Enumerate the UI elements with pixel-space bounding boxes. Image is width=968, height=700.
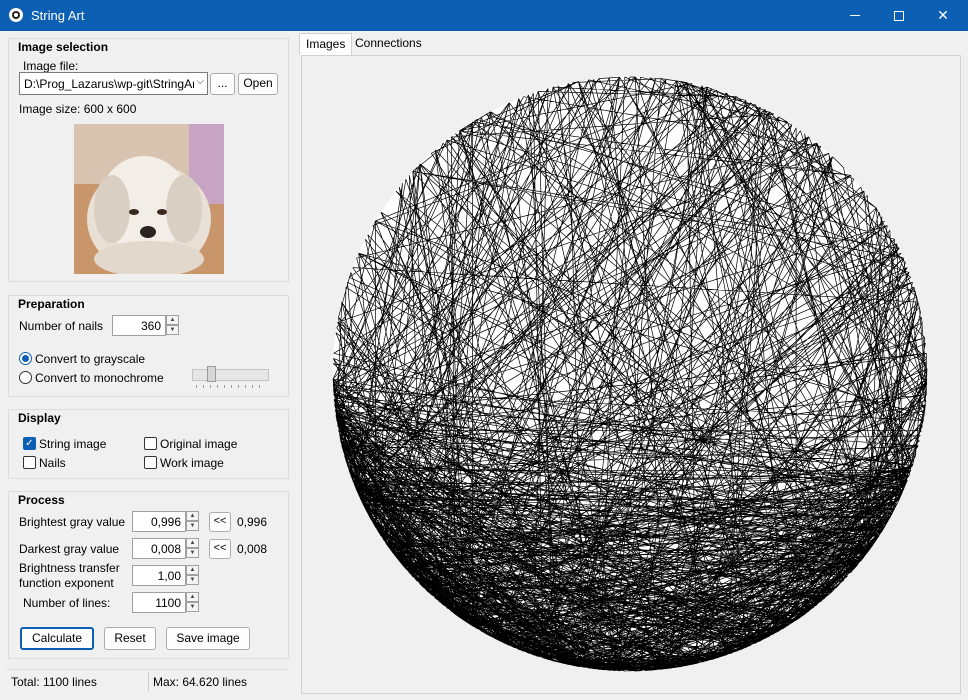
image-selection-title: Image selection <box>18 40 109 54</box>
exponent-label-line2: function exponent <box>19 576 114 590</box>
copy-darkest-button[interactable]: << <box>209 539 231 559</box>
image-size-label: Image size: 600 x 600 <box>19 102 137 116</box>
nails-input[interactable]: 360 <box>112 315 166 336</box>
threshold-slider-thumb[interactable] <box>206 366 216 382</box>
exponent-stepper[interactable]: ▲ ▼ <box>186 565 199 586</box>
nails-stepper[interactable]: ▲ ▼ <box>166 315 179 336</box>
grayscale-radio[interactable] <box>19 352 32 365</box>
stepper-down-icon[interactable]: ▼ <box>166 325 179 335</box>
open-button[interactable]: Open <box>238 73 278 95</box>
original-image-thumbnail <box>74 124 224 274</box>
darkest-copy: 0,008 <box>237 542 268 556</box>
brightest-value: 0,996 <box>150 515 181 529</box>
nails-checkbox[interactable] <box>23 456 36 469</box>
app-icon <box>9 8 23 22</box>
stepper-up-icon[interactable]: ▲ <box>186 565 199 575</box>
stepper-down-icon[interactable]: ▼ <box>186 602 199 612</box>
checkmark-icon: ✓ <box>25 438 34 449</box>
original-image-checkbox[interactable] <box>144 437 157 450</box>
brightest-input[interactable]: 0,996 <box>132 511 186 532</box>
darkest-input[interactable]: 0,008 <box>132 538 186 559</box>
monochrome-label: Convert to monochrome <box>35 371 164 385</box>
image-file-label: Image file: <box>23 59 79 73</box>
calculate-button[interactable]: Calculate <box>20 627 94 650</box>
stepper-up-icon[interactable]: ▲ <box>186 511 199 521</box>
minimize-button[interactable] <box>832 0 878 31</box>
tab-images[interactable]: Images <box>299 33 353 55</box>
stepper-down-icon[interactable]: ▼ <box>186 548 199 558</box>
brightest-copy: 0,996 <box>237 515 268 529</box>
browse-button[interactable]: ... <box>210 73 235 95</box>
lines-label: Number of lines: <box>23 596 111 610</box>
close-icon: ✕ <box>937 7 949 23</box>
darkest-label: Darkest gray value <box>19 542 120 556</box>
original-image-label: Original image <box>160 437 238 451</box>
string-image-checkbox[interactable]: ✓ <box>23 437 36 450</box>
nails-value: 360 <box>140 319 161 333</box>
darkest-stepper[interactable]: ▲ ▼ <box>186 538 199 559</box>
image-file-value: D:\Prog_Lazarus\wp-git\StringArt <box>24 77 194 91</box>
status-bar: Total: 1100 lines Max: 64.620 lines <box>6 669 289 693</box>
exponent-label-line1: Brightness transfer <box>19 561 120 575</box>
grayscale-label: Convert to grayscale <box>35 352 146 366</box>
string-image-label: String image <box>39 437 107 451</box>
display-title: Display <box>18 411 61 425</box>
lines-stepper[interactable]: ▲ ▼ <box>186 592 199 613</box>
lines-input[interactable]: 1100 <box>132 592 186 613</box>
brightest-stepper[interactable]: ▲ ▼ <box>186 511 199 532</box>
save-image-button[interactable]: Save image <box>166 627 250 650</box>
work-image-label: Work image <box>160 456 224 470</box>
exponent-value: 1,00 <box>157 569 181 583</box>
minimize-icon <box>850 15 860 16</box>
stepper-up-icon[interactable]: ▲ <box>166 315 179 325</box>
close-button[interactable]: ✕ <box>920 0 966 31</box>
stepper-up-icon[interactable]: ▲ <box>186 538 199 548</box>
stepper-up-icon[interactable]: ▲ <box>186 592 199 602</box>
lines-value: 1100 <box>155 596 181 610</box>
stepper-down-icon[interactable]: ▼ <box>186 521 199 531</box>
window-title: String Art <box>31 8 85 23</box>
chevron-down-icon: ⌵ <box>196 76 204 87</box>
brightest-label: Brightest gray value <box>19 515 126 529</box>
status-max: Max: 64.620 lines <box>153 675 248 689</box>
process-title: Process <box>18 493 65 507</box>
maximize-icon <box>894 10 904 21</box>
reset-button[interactable]: Reset <box>104 627 156 650</box>
darkest-value: 0,008 <box>150 542 181 556</box>
copy-brightest-button[interactable]: << <box>209 512 231 532</box>
status-total: Total: 1100 lines <box>11 675 97 689</box>
slider-ticks <box>196 385 266 388</box>
preparation-title: Preparation <box>18 297 85 311</box>
monochrome-radio[interactable] <box>19 371 32 384</box>
stepper-down-icon[interactable]: ▼ <box>186 575 199 585</box>
string-art-canvas <box>301 55 961 694</box>
title-bar: String Art ✕ <box>0 0 968 31</box>
work-image-checkbox[interactable] <box>144 456 157 469</box>
status-separator <box>148 672 149 692</box>
string-art-image <box>332 76 928 672</box>
exponent-input[interactable]: 1,00 <box>132 565 186 586</box>
nails-label: Number of nails <box>19 319 104 333</box>
threshold-slider-track[interactable] <box>192 369 269 381</box>
image-file-combobox[interactable]: D:\Prog_Lazarus\wp-git\StringArt ⌵ <box>19 72 208 95</box>
maximize-button[interactable] <box>876 0 922 31</box>
tab-connections[interactable]: Connections <box>349 33 428 55</box>
nails-display-label: Nails <box>39 456 66 470</box>
